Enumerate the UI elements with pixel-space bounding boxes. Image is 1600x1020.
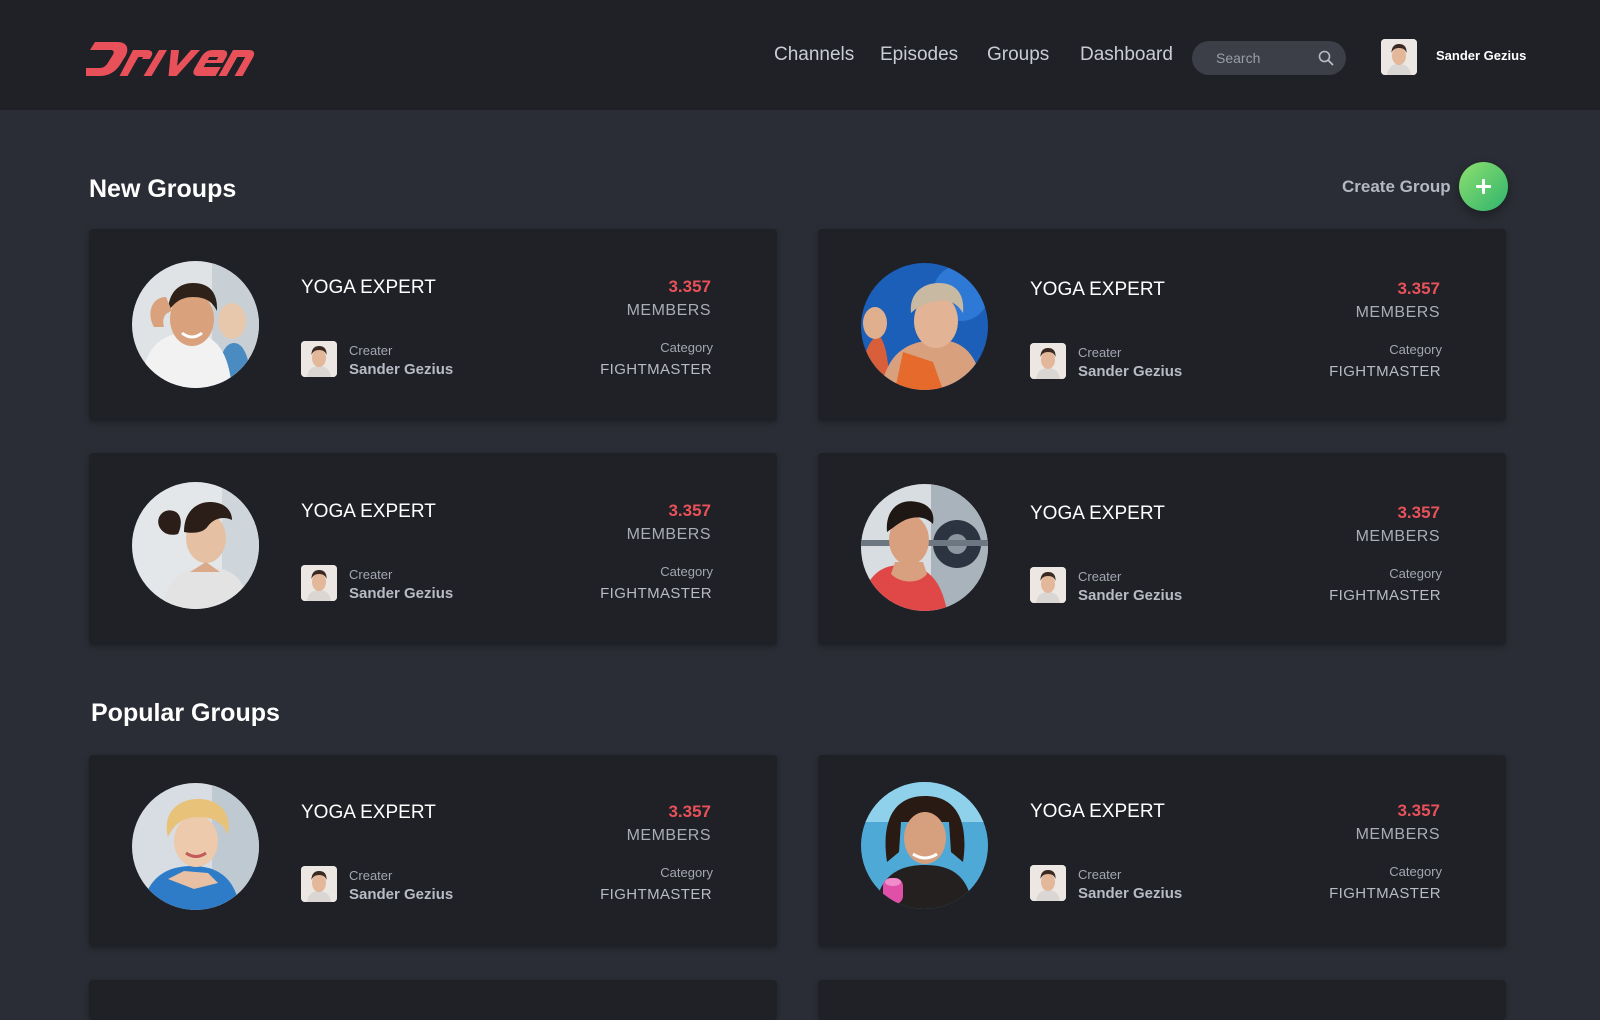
category-value[interactable]: FIGHTMASTER [1329,885,1441,902]
creator-name[interactable]: Sander Gezius [349,361,453,378]
creator-avatar[interactable] [1030,865,1066,901]
group-photo [132,261,259,388]
nav-episodes[interactable]: Episodes [880,44,958,66]
group-title[interactable]: YOGA EXPERT [1030,279,1165,301]
members-label: MEMBERS [1355,304,1440,321]
group-photo [861,782,988,909]
group-card[interactable] [818,980,1506,1020]
create-group-label[interactable]: Create Group [1342,177,1451,197]
nav-channels[interactable]: Channels [774,44,854,66]
category-value[interactable]: FIGHTMASTER [1329,363,1441,380]
creator-name[interactable]: Sander Gezius [349,886,453,903]
group-card[interactable]: YOGA EXPERT 3.357 MEMBERS Creater Sander… [89,755,777,947]
user-avatar[interactable] [1381,39,1417,75]
user-name[interactable]: Sander Gezius [1436,48,1526,63]
category-value[interactable]: FIGHTMASTER [1329,587,1441,604]
search-icon[interactable] [1318,50,1334,66]
creator-name[interactable]: Sander Gezius [1078,885,1182,902]
creator-label: Creater [349,567,393,582]
creator-avatar[interactable] [301,866,337,902]
creator-label: Creater [349,343,393,358]
member-count: 3.357 [668,277,711,296]
group-title[interactable]: YOGA EXPERT [301,501,436,523]
nav-groups[interactable]: Groups [987,44,1049,66]
group-photo [861,484,988,611]
top-bar: Channels Episodes Groups Dashboard Sande… [0,0,1600,110]
creator-avatar[interactable] [1030,567,1066,603]
category-label: Category [1389,864,1442,879]
group-card[interactable]: YOGA EXPERT 3.357 MEMBERS Creater Sander… [818,229,1506,421]
search-input[interactable] [1216,41,1316,75]
creator-avatar[interactable] [1030,343,1066,379]
category-label: Category [1389,342,1442,357]
category-label: Category [660,865,713,880]
group-card[interactable]: YOGA EXPERT 3.357 MEMBERS Creater Sander… [89,453,777,645]
group-title[interactable]: YOGA EXPERT [301,802,436,824]
group-photo [132,783,259,910]
member-count: 3.357 [1397,279,1440,298]
creator-label: Creater [1078,867,1122,882]
group-card[interactable] [89,980,777,1020]
group-title[interactable]: YOGA EXPERT [301,277,436,299]
category-label: Category [1389,566,1442,581]
creator-name[interactable]: Sander Gezius [1078,587,1182,604]
creator-label: Creater [349,868,393,883]
new-groups-title: New Groups [89,175,237,203]
members-label: MEMBERS [626,827,711,844]
member-count: 3.357 [668,802,711,821]
member-count: 3.357 [1397,801,1440,820]
member-count: 3.357 [668,501,711,520]
creator-avatar[interactable] [301,565,337,601]
group-card[interactable]: YOGA EXPERT 3.357 MEMBERS Creater Sander… [89,229,777,421]
group-title[interactable]: YOGA EXPERT [1030,801,1165,823]
nav-dashboard[interactable]: Dashboard [1080,44,1173,66]
popular-groups-title: Popular Groups [91,699,280,727]
group-card[interactable]: YOGA EXPERT 3.357 MEMBERS Creater Sander… [818,755,1506,947]
members-label: MEMBERS [1355,528,1440,545]
member-count: 3.357 [1397,503,1440,522]
members-label: MEMBERS [626,302,711,319]
category-label: Category [660,340,713,355]
main-nav: Channels Episodes Groups Dashboard [0,44,1600,74]
search-box[interactable] [1192,41,1346,75]
creator-name[interactable]: Sander Gezius [1078,363,1182,380]
creator-avatar[interactable] [301,341,337,377]
category-label: Category [660,564,713,579]
group-photo [861,263,988,390]
creator-label: Creater [1078,569,1122,584]
create-group-button[interactable] [1459,162,1508,211]
creator-name[interactable]: Sander Gezius [349,585,453,602]
group-title[interactable]: YOGA EXPERT [1030,503,1165,525]
category-value[interactable]: FIGHTMASTER [600,361,712,378]
group-card[interactable]: YOGA EXPERT 3.357 MEMBERS Creater Sander… [818,453,1506,645]
creator-label: Creater [1078,345,1122,360]
group-photo [132,482,259,609]
category-value[interactable]: FIGHTMASTER [600,585,712,602]
members-label: MEMBERS [626,526,711,543]
category-value[interactable]: FIGHTMASTER [600,886,712,903]
members-label: MEMBERS [1355,826,1440,843]
